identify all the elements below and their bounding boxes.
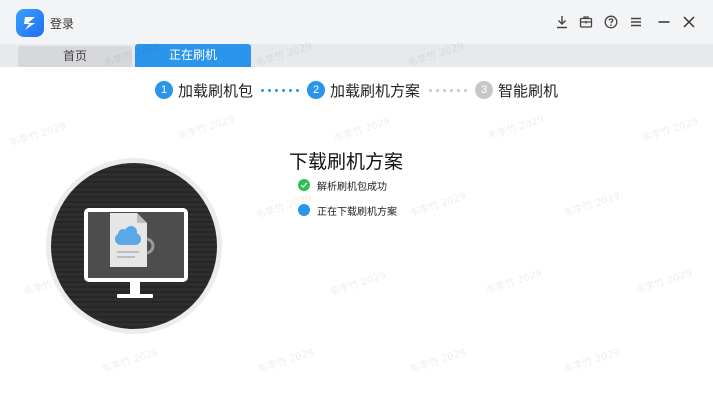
app-logo-icon (16, 9, 44, 37)
step-load-scheme: 2 加载刷机方案 (307, 80, 420, 100)
progress-dot-icon (298, 204, 310, 216)
menu-icon[interactable] (627, 13, 645, 31)
title-bar: 登录 (0, 0, 713, 44)
tab-bar: 首页 正在刷机 (0, 44, 713, 67)
download-illustration (46, 158, 222, 334)
step-label: 智能刷机 (498, 81, 559, 100)
step-label: 加载刷机包 (178, 81, 254, 100)
monitor-icon (84, 208, 188, 298)
step-connector-dots (261, 89, 299, 92)
step-smart-flash: 3 智能刷机 (475, 80, 558, 100)
step-number: 2 (307, 81, 325, 99)
download-icon[interactable] (553, 13, 571, 31)
check-circle-icon (298, 179, 310, 191)
toolbox-icon[interactable] (577, 13, 595, 31)
tab-home[interactable]: 首页 (18, 46, 132, 67)
tab-flashing[interactable]: 正在刷机 (135, 44, 251, 67)
status-item-download: 正在下载刷机方案 (298, 202, 397, 218)
close-icon[interactable] (680, 13, 698, 31)
status-text: 正在下载刷机方案 (317, 206, 397, 218)
step-number: 1 (155, 81, 173, 99)
minimize-icon[interactable] (655, 13, 673, 31)
app-title[interactable]: 登录 (50, 15, 74, 32)
step-load-package: 1 加载刷机包 (155, 80, 253, 100)
status-text: 解析刷机包成功 (317, 181, 387, 193)
status-item-parse: 解析刷机包成功 (298, 177, 387, 193)
help-icon[interactable] (602, 13, 620, 31)
step-connector-dots (429, 89, 467, 92)
status-title: 下载刷机方案 (289, 151, 404, 173)
step-number: 3 (475, 81, 493, 99)
illustration-circle (51, 163, 217, 329)
step-label: 加载刷机方案 (330, 81, 421, 100)
